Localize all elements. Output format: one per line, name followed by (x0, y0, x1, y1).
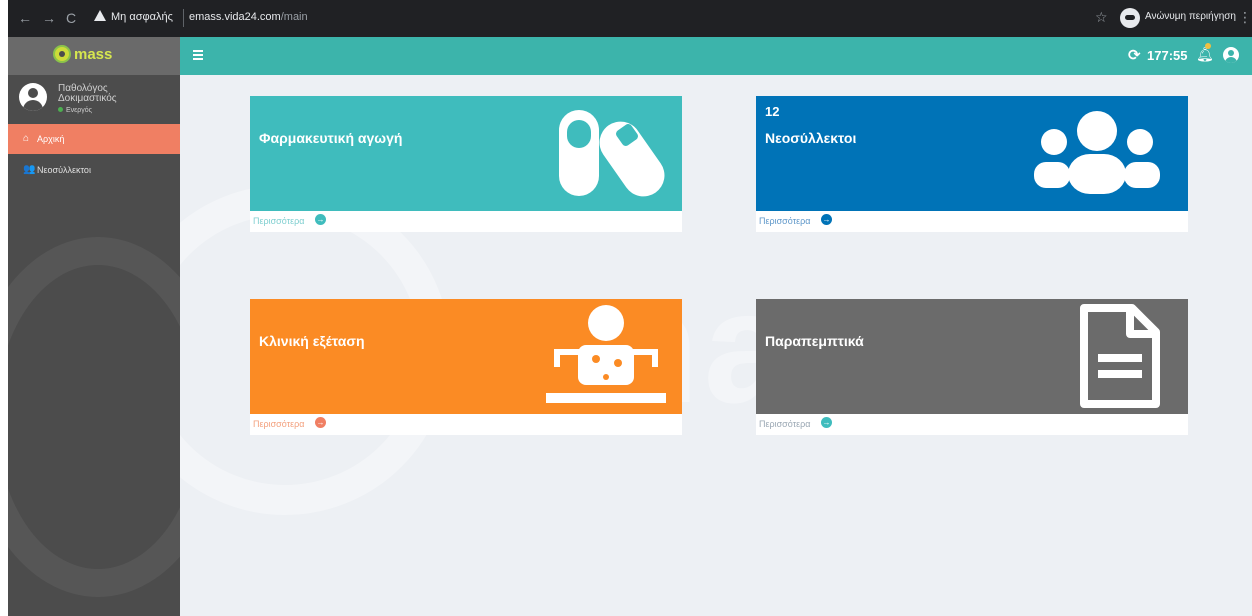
url-path: /main (280, 11, 308, 23)
card-recruits[interactable]: 12 Νεοσύλλεκτοι Περισσότερα → (756, 96, 1188, 232)
user-menu-icon[interactable] (1223, 47, 1239, 63)
more-label: Περισσότερα (759, 419, 811, 429)
card-title: Κλινική εξέταση (259, 333, 365, 349)
more-link[interactable]: Περισσότερα → (756, 211, 1188, 232)
logo-icon (53, 45, 71, 63)
file-alt-icon (1080, 304, 1160, 408)
reload-icon[interactable]: C (66, 10, 76, 26)
more-label: Περισσότερα (253, 419, 305, 429)
url-host: emass.vida24.com (189, 11, 281, 23)
more-link[interactable]: Περισσότερα → (250, 211, 682, 232)
status-dot-icon (58, 107, 63, 112)
security-label[interactable]: Μη ασφαλής (111, 11, 173, 23)
card-face[interactable]: Παραπεμπτικά (756, 299, 1188, 414)
browser-toolbar: ← → C Μη ασφαλής emass.vida24.com/main ☆… (8, 0, 1252, 37)
header-bar: ⟳ 177:55 🔔︎ (180, 37, 1252, 75)
forward-icon[interactable]: → (42, 10, 56, 26)
avatar (19, 83, 47, 111)
bookmark-star-icon[interactable]: ☆ (1095, 9, 1108, 26)
users-icon: 👥 (23, 164, 36, 175)
more-label: Περισσότερα (253, 216, 305, 226)
browser-menu-icon[interactable]: ⋮ (1238, 9, 1252, 26)
sidebar-item-label: Νεοσύλλεκτοι (37, 165, 91, 175)
bell-icon[interactable]: 🔔︎ (1196, 46, 1214, 63)
sidebar-item-label: Αρχική (37, 134, 65, 144)
card-medication[interactable]: Φαρμακευτική αγωγή Περισσότερα → (250, 96, 682, 232)
address-bar[interactable]: emass.vida24.com/main (189, 11, 308, 23)
arrow-circle-right-icon: → (315, 214, 326, 225)
sidebar: mass Παθολόγος Δοκιμαστικός Ενεργός ⌂ Αρ… (8, 37, 180, 616)
session-timer: 177:55 (1147, 48, 1188, 63)
more-link[interactable]: Περισσότερα → (250, 414, 682, 435)
users-icon (1034, 111, 1160, 194)
card-count: 12 (765, 104, 780, 119)
sidebar-watermark (8, 237, 180, 597)
address-separator (183, 9, 184, 27)
warning-icon[interactable] (94, 10, 106, 21)
card-title: Παραπεμπτικά (765, 333, 864, 349)
notification-badge (1205, 43, 1211, 49)
card-face[interactable]: Φαρμακευτική αγωγή (250, 96, 682, 211)
sync-icon[interactable]: ⟳ (1128, 46, 1141, 64)
user-injured-icon (546, 305, 666, 403)
card-referrals[interactable]: Παραπεμπτικά Περισσότερα → (756, 299, 1188, 435)
card-title: Νεοσύλλεκτοι (765, 130, 857, 146)
user-panel: Παθολόγος Δοκιμαστικός Ενεργός (8, 75, 180, 123)
user-name: Παθολόγος Δοκιμαστικός (58, 83, 117, 104)
main-content: -mass Φαρμακευτική αγωγή Περισσότερα → 1… (180, 75, 1252, 616)
incognito-label[interactable]: Ανώνυμη περιήγηση (1145, 11, 1236, 22)
card-face[interactable]: 12 Νεοσύλλεκτοι (756, 96, 1188, 211)
card-title: Φαρμακευτική αγωγή (259, 130, 403, 146)
user-status: Ενεργός (58, 107, 92, 114)
incognito-icon[interactable] (1120, 8, 1140, 28)
pills-icon (559, 110, 665, 197)
menu-toggle-icon[interactable] (193, 50, 203, 52)
back-icon[interactable]: ← (18, 10, 32, 26)
card-clinical-exam[interactable]: Κλινική εξέταση Περισσότερα → (250, 299, 682, 435)
arrow-circle-right-icon: → (315, 417, 326, 428)
logo-text: mass (74, 46, 113, 63)
arrow-circle-right-icon: → (821, 417, 832, 428)
more-label: Περισσότερα (759, 216, 811, 226)
user-status-label: Ενεργός (66, 107, 93, 114)
home-icon: ⌂ (23, 133, 30, 144)
more-link[interactable]: Περισσότερα → (756, 414, 1188, 435)
card-face[interactable]: Κλινική εξέταση (250, 299, 682, 414)
arrow-circle-right-icon: → (821, 214, 832, 225)
brand-logo[interactable]: mass (8, 37, 180, 75)
sidebar-item-home[interactable]: ⌂ Αρχική (8, 124, 180, 154)
sidebar-item-recruits[interactable]: 👥 Νεοσύλλεκτοι (8, 155, 180, 185)
